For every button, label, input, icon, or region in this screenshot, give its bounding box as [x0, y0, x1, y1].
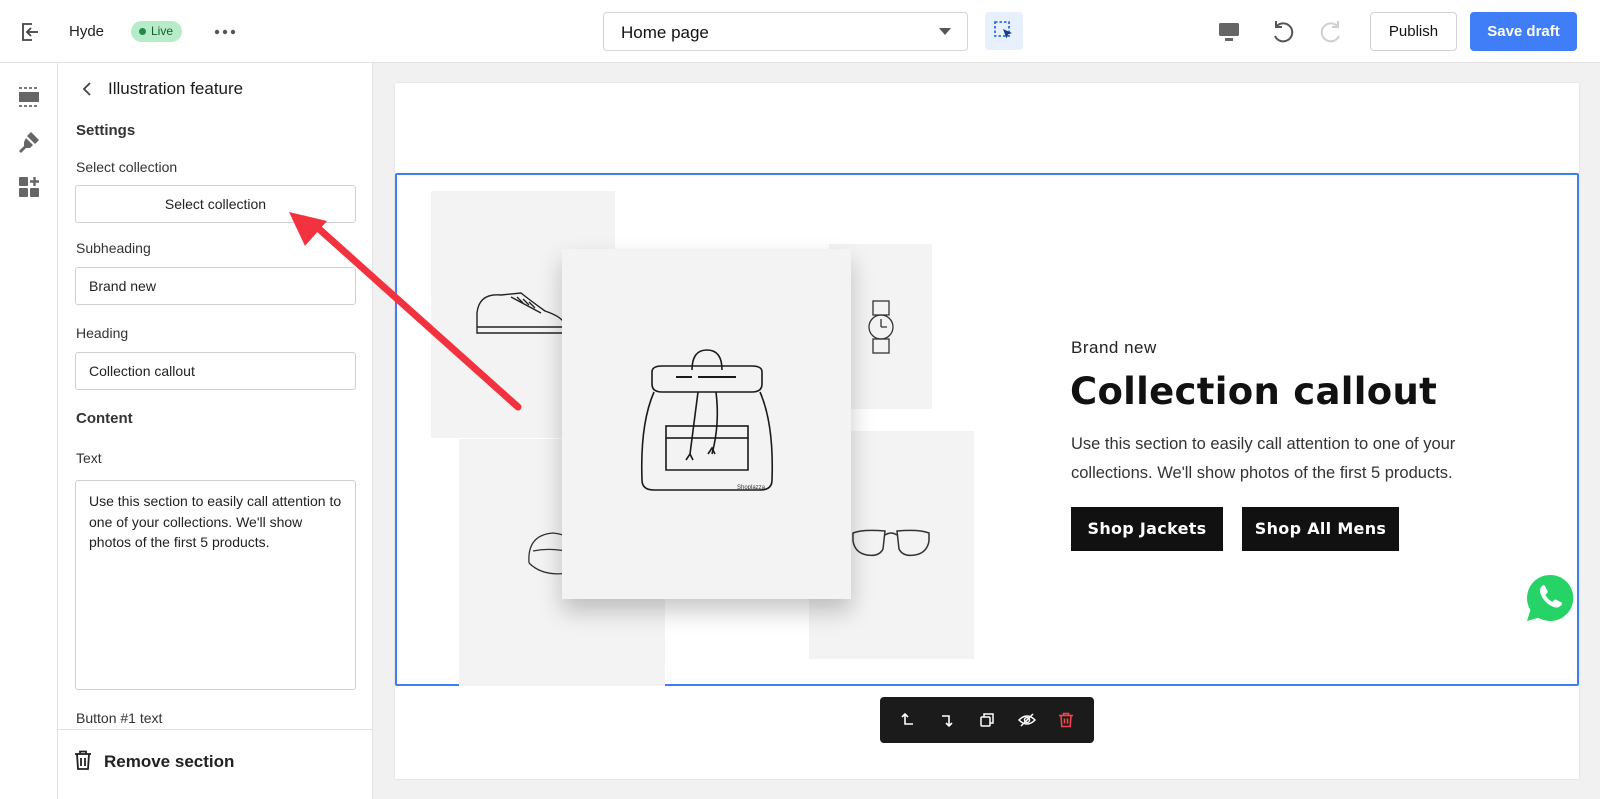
shop-jackets-button[interactable]: Shop Jackets: [1071, 507, 1223, 551]
panel-footer: Remove section: [58, 729, 372, 799]
left-icon-rail: [0, 63, 58, 799]
preview-heading: Collection callout: [1070, 370, 1438, 413]
save-draft-button[interactable]: Save draft: [1470, 12, 1577, 51]
button1-text-label: Button #1 text: [76, 710, 163, 726]
duplicate-icon[interactable]: [973, 706, 1001, 734]
page-select-value: Home page: [621, 23, 709, 42]
subheading-input[interactable]: [75, 267, 356, 305]
delete-icon[interactable]: [1052, 706, 1080, 734]
sections-icon[interactable]: [17, 85, 41, 109]
more-icon[interactable]: [212, 20, 238, 44]
exit-icon[interactable]: [18, 20, 42, 44]
move-down-icon[interactable]: [933, 706, 961, 734]
undo-icon[interactable]: [1268, 18, 1296, 46]
shop-all-mens-button[interactable]: Shop All Mens: [1242, 507, 1399, 551]
watch-icon: [868, 300, 894, 354]
chevron-down-icon: [939, 28, 951, 35]
redo-icon[interactable]: [1318, 18, 1346, 46]
move-up-icon[interactable]: [894, 706, 922, 734]
whatsapp-icon[interactable]: [1525, 573, 1575, 623]
live-status-badge: Live: [131, 21, 183, 42]
heading-input[interactable]: [75, 352, 356, 390]
theme-style-icon[interactable]: [17, 130, 41, 154]
text-label: Text: [76, 450, 102, 466]
desktop-icon[interactable]: [1216, 19, 1242, 45]
publish-button[interactable]: Publish: [1370, 12, 1457, 51]
select-collection-button[interactable]: Select collection: [75, 185, 356, 223]
store-name: Hyde: [69, 23, 105, 40]
preview-subheading: Brand new: [1071, 338, 1157, 357]
live-badge-label: Live: [151, 24, 174, 38]
apps-icon[interactable]: [17, 175, 41, 199]
subheading-label: Subheading: [76, 240, 151, 256]
backpack-brand-text: Shoplazza: [737, 485, 766, 491]
top-bar: Hyde Live Home page Publish Save draft: [0, 0, 1600, 63]
glasses-icon: [852, 529, 930, 557]
preview-body-text: Use this section to easily call attentio…: [1071, 435, 1456, 482]
content-heading: Content: [76, 410, 133, 427]
text-textarea[interactable]: Use this section to easily call attentio…: [75, 480, 356, 690]
sneaker-icon: [476, 292, 566, 334]
heading-label: Heading: [76, 325, 129, 341]
hide-icon[interactable]: [1013, 706, 1041, 734]
settings-heading: Settings: [76, 122, 136, 139]
inspect-icon[interactable]: [985, 12, 1023, 50]
panel-title: Illustration feature: [108, 79, 244, 98]
back-icon[interactable]: [78, 79, 98, 99]
trash-icon: [74, 750, 92, 775]
page-select[interactable]: Home page: [603, 12, 968, 51]
remove-section-button[interactable]: Remove section: [74, 748, 234, 776]
remove-section-label: Remove section: [104, 752, 235, 771]
backpack-icon: [640, 349, 774, 491]
product-tile-backpack[interactable]: Shoplazza: [562, 249, 851, 599]
section-toolbar: [880, 697, 1094, 743]
live-dot-icon: [139, 28, 146, 35]
settings-panel: Illustration feature Settings Select col…: [58, 63, 373, 799]
select-collection-label: Select collection: [76, 159, 178, 175]
